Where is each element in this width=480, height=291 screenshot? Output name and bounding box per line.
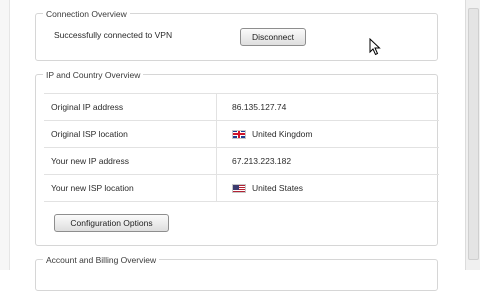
table-row: Original IP address 86.135.127.74 bbox=[44, 94, 439, 121]
table-row: Your new ISP location United States bbox=[44, 175, 439, 202]
disconnect-button[interactable]: Disconnect bbox=[240, 28, 306, 46]
table-row: Original ISP location United Kingdom bbox=[44, 121, 439, 148]
mouse-pointer-icon bbox=[369, 38, 381, 56]
ip-country-overview-title: IP and Country Overview bbox=[43, 69, 144, 81]
new-ip-text: 67.213.223.182 bbox=[232, 156, 292, 166]
configuration-options-button[interactable]: Configuration Options bbox=[54, 214, 169, 232]
us-flag-icon bbox=[232, 183, 246, 193]
table-row: Your new IP address 67.213.223.182 bbox=[44, 148, 439, 175]
scrollbar-thumb[interactable] bbox=[468, 8, 479, 260]
new-ip-label: Your new IP address bbox=[51, 156, 129, 166]
account-billing-overview-group: Account and Billing Overview bbox=[35, 254, 438, 291]
account-billing-overview-title: Account and Billing Overview bbox=[43, 254, 160, 266]
column-divider bbox=[216, 175, 217, 201]
ip-country-overview-group: IP and Country Overview Original IP addr… bbox=[35, 69, 439, 246]
original-ip-value: 86.135.127.74 bbox=[232, 94, 286, 120]
ip-info-table: Original IP address 86.135.127.74 Origin… bbox=[44, 93, 439, 202]
connection-status-text: Successfully connected to VPN bbox=[54, 30, 173, 40]
original-isp-location-text: United Kingdom bbox=[252, 129, 313, 139]
new-ip-value: 67.213.223.182 bbox=[232, 148, 291, 174]
original-ip-text: 86.135.127.74 bbox=[232, 102, 287, 112]
column-divider bbox=[216, 148, 217, 174]
uk-flag-icon bbox=[232, 129, 246, 139]
new-isp-location-text: United States bbox=[252, 183, 304, 193]
original-isp-location-label: Original ISP location bbox=[51, 129, 128, 139]
vertical-scrollbar[interactable] bbox=[465, 0, 480, 270]
new-isp-location-label: Your new ISP location bbox=[51, 183, 134, 193]
column-divider bbox=[216, 94, 217, 120]
original-ip-label: Original IP address bbox=[51, 102, 124, 112]
left-edge bbox=[0, 0, 10, 270]
connection-overview-title: Connection Overview bbox=[43, 8, 130, 20]
column-divider bbox=[216, 121, 217, 147]
original-isp-location-value: United Kingdom bbox=[232, 121, 312, 147]
new-isp-location-value: United States bbox=[232, 175, 303, 201]
